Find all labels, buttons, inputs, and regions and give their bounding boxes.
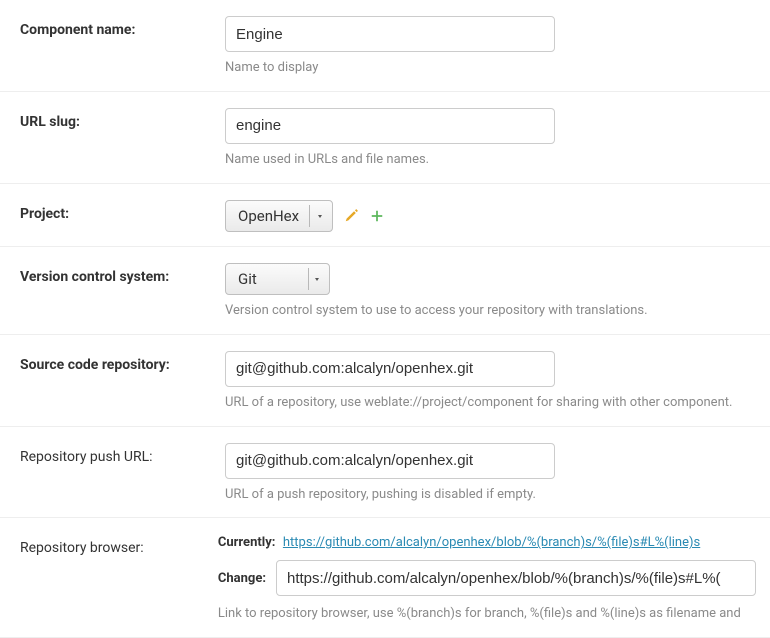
help-push-url: URL of a push repository, pushing is dis… (225, 487, 756, 504)
project-select-value: OpenHex (238, 207, 299, 225)
label-project: Project: (0, 200, 225, 232)
repo-browser-input[interactable] (276, 560, 756, 596)
push-url-input[interactable] (225, 443, 555, 479)
repo-browser-change: Change: (218, 560, 756, 596)
edit-icon[interactable] (343, 208, 359, 224)
chevron-down-icon (315, 278, 319, 281)
row-vcs: Version control system: Git Version cont… (0, 247, 770, 335)
repo-browser-current-link[interactable]: https://github.com/alcalyn/openhex/blob/… (283, 535, 700, 550)
field-vcs: Git Version control system to use to acc… (225, 263, 770, 320)
label-vcs: Version control system: (0, 263, 225, 320)
row-source-repo: Source code repository: URL of a reposit… (0, 335, 770, 427)
help-source-repo: URL of a repository, use weblate://proje… (225, 395, 756, 412)
help-vcs: Version control system to use to access … (225, 303, 756, 320)
vcs-select[interactable]: Git (225, 263, 330, 295)
row-repo-browser: Repository browser: Currently: https://g… (0, 518, 770, 638)
source-repo-input[interactable] (225, 351, 555, 387)
select-divider (309, 205, 310, 227)
row-url-slug: URL slug: Name used in URLs and file nam… (0, 92, 770, 184)
field-source-repo: URL of a repository, use weblate://proje… (225, 351, 770, 412)
row-push-url: Repository push URL: URL of a push repos… (0, 427, 770, 519)
change-label: Change: (218, 571, 266, 586)
repo-browser-currently: Currently: https://github.com/alcalyn/op… (218, 534, 756, 550)
url-slug-input[interactable] (225, 108, 555, 144)
field-project: OpenHex (225, 200, 770, 232)
help-repo-browser: Link to repository browser, use %(branch… (218, 606, 756, 623)
label-repo-browser: Repository browser: (0, 534, 218, 623)
field-repo-browser: Currently: https://github.com/alcalyn/op… (218, 534, 770, 623)
vcs-select-value: Git (238, 270, 257, 288)
label-push-url: Repository push URL: (0, 443, 225, 504)
select-divider (308, 268, 309, 290)
label-url-slug: URL slug: (0, 108, 225, 169)
field-push-url: URL of a push repository, pushing is dis… (225, 443, 770, 504)
help-component-name: Name to display (225, 60, 756, 77)
label-source-repo: Source code repository: (0, 351, 225, 412)
currently-label: Currently: (218, 535, 276, 550)
plus-icon[interactable] (369, 208, 385, 224)
help-url-slug: Name used in URLs and file names. (225, 152, 756, 169)
chevron-down-icon (318, 215, 322, 218)
field-component-name: Name to display (225, 16, 770, 77)
row-component-name: Component name: Name to display (0, 0, 770, 92)
component-name-input[interactable] (225, 16, 555, 52)
field-url-slug: Name used in URLs and file names. (225, 108, 770, 169)
project-select[interactable]: OpenHex (225, 200, 333, 232)
label-component-name: Component name: (0, 16, 225, 77)
row-project: Project: OpenHex (0, 184, 770, 247)
